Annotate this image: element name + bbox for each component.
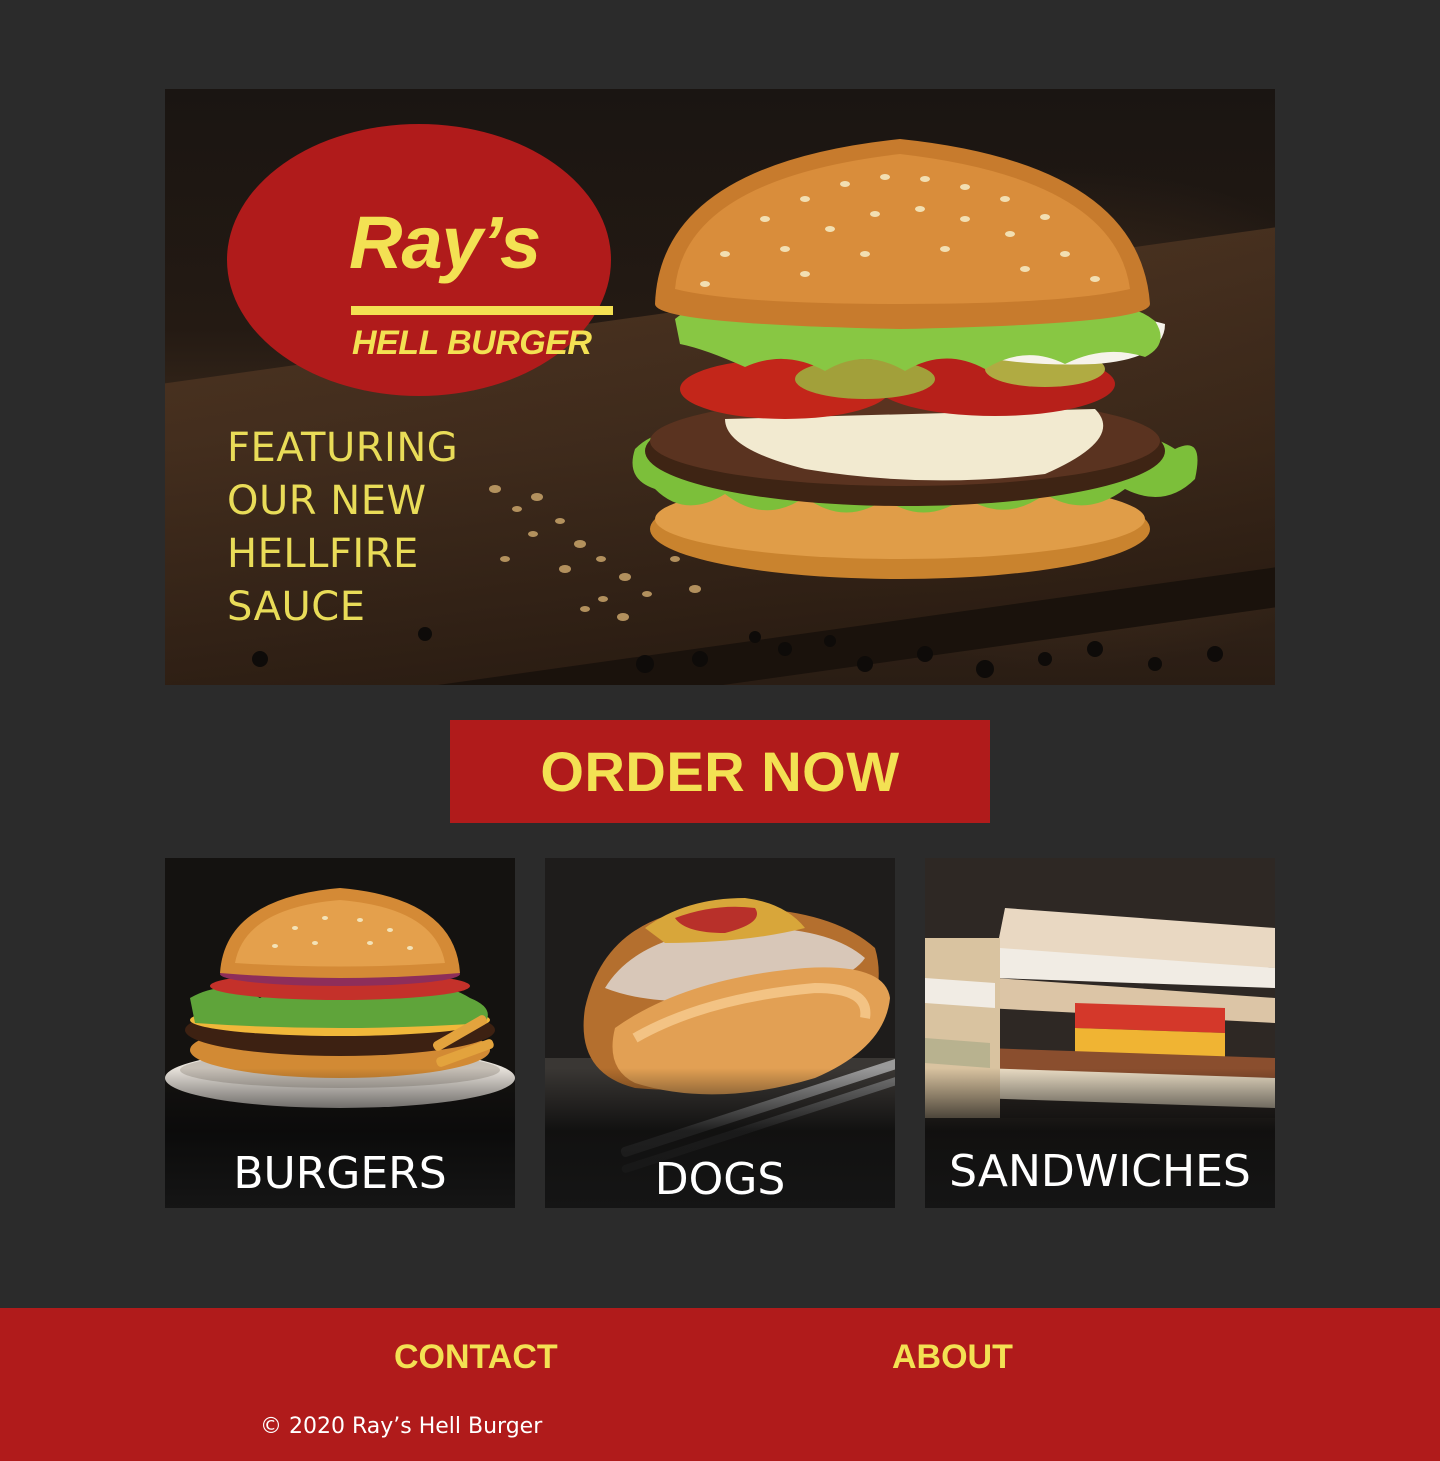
feature-line: FEATURING (227, 425, 459, 471)
brand-logo[interactable]: Ray’s HELL BURGER (227, 124, 613, 396)
footer-link-contact[interactable]: CONTACT (394, 1340, 558, 1374)
category-card-dogs[interactable]: DOGS (545, 858, 895, 1208)
footer-link-about[interactable]: ABOUT (892, 1340, 1013, 1374)
site-footer: CONTACT ABOUT © 2020 Ray’s Hell Burger (0, 1308, 1440, 1461)
category-label-burgers: BURGERS (233, 1148, 447, 1199)
logo-underline (351, 306, 613, 315)
logo-tagline: HELL BURGER (352, 324, 592, 362)
copyright-text: © 2020 Ray’s Hell Burger (260, 1414, 543, 1439)
feature-line: HELLFIRE (227, 531, 419, 577)
feature-line: OUR NEW (227, 478, 427, 524)
hero-banner: Ray’s HELL BURGER FEATURING OUR NEW HELL… (165, 89, 1275, 685)
feature-line: SAUCE (227, 584, 366, 630)
order-now-button[interactable]: ORDER NOW (450, 720, 990, 823)
featured-sauce-text: FEATURING OUR NEW HELLFIRE SAUCE (227, 422, 527, 634)
logo-wordmark: Ray’s (349, 201, 541, 284)
category-label-dogs: DOGS (654, 1154, 786, 1205)
category-card-sandwiches[interactable]: SANDWICHES (925, 858, 1275, 1208)
category-label-sandwiches: SANDWICHES (949, 1146, 1251, 1197)
category-card-burgers[interactable]: BURGERS (165, 858, 515, 1208)
